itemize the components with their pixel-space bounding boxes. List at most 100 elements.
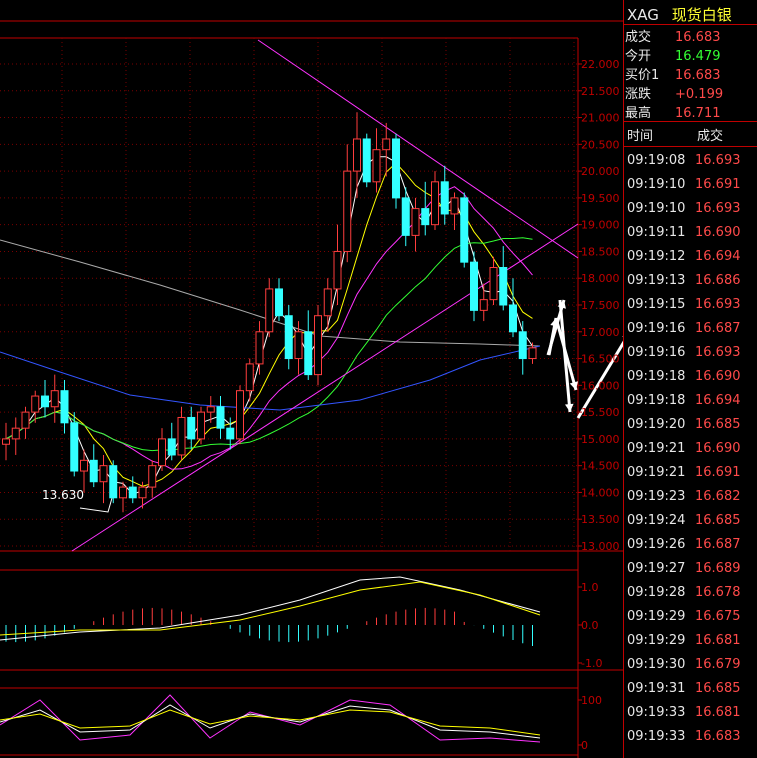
tick-time: 09:19:21 bbox=[627, 441, 686, 456]
candle-body bbox=[265, 288, 274, 333]
tick-time: 09:19:33 bbox=[627, 729, 686, 744]
price-tick-label: 17.000 bbox=[581, 326, 620, 339]
tick-row: 09:19:10 16.691 bbox=[627, 177, 741, 192]
quote-value: 16.711 bbox=[675, 106, 721, 121]
quote-label: 买价1 bbox=[625, 68, 660, 83]
candle-body bbox=[21, 411, 30, 429]
candle-body bbox=[421, 208, 430, 226]
candle-body bbox=[158, 438, 166, 467]
tick-price: 16.691 bbox=[695, 465, 741, 480]
kline-chart[interactable]: 22.000 21.500 21.000 20.500 20.000 19.500 19.0… bbox=[0, 0, 623, 758]
candle-body bbox=[460, 197, 469, 263]
tick-time: 09:19:11 bbox=[627, 225, 686, 240]
candle-body bbox=[197, 411, 205, 440]
candle-body bbox=[489, 267, 498, 301]
tick-time: 09:19:20 bbox=[627, 417, 686, 432]
candle-body bbox=[499, 267, 508, 306]
tick-price: 16.686 bbox=[695, 273, 741, 288]
tick-row: 09:19:29 16.675 bbox=[627, 609, 741, 624]
candle-body bbox=[31, 395, 40, 413]
tick-price: 16.689 bbox=[695, 561, 741, 576]
candle-body bbox=[284, 315, 293, 360]
price-tick-label: 14.500 bbox=[581, 460, 620, 473]
kdj-tick-label: 100 bbox=[581, 694, 602, 707]
tick-row: 09:19:21 16.691 bbox=[627, 465, 741, 480]
tick-time: 09:19:27 bbox=[627, 561, 686, 576]
quote-value: 16.479 bbox=[675, 49, 721, 64]
tick-price: 16.681 bbox=[695, 633, 741, 648]
tick-price: 16.687 bbox=[695, 321, 741, 336]
tick-row: 09:19:28 16.678 bbox=[627, 585, 741, 600]
tick-time: 09:19:16 bbox=[627, 345, 686, 360]
candle-body bbox=[382, 138, 391, 151]
quote-label: 今开 bbox=[625, 49, 652, 64]
tick-time: 09:19:24 bbox=[627, 513, 686, 528]
tick-price: 16.685 bbox=[695, 681, 741, 696]
candle-body bbox=[323, 288, 332, 317]
tick-row: 09:19:23 16.682 bbox=[627, 489, 741, 504]
ticks-header-time: 时间 bbox=[627, 129, 654, 144]
macd-dea-line bbox=[0, 581, 541, 636]
candle-body bbox=[177, 416, 186, 456]
low-marker bbox=[79, 497, 113, 513]
tick-time: 09:19:16 bbox=[627, 321, 686, 336]
price-tick-label: 17.500 bbox=[581, 299, 620, 312]
candle-body bbox=[99, 465, 108, 483]
candle-body bbox=[60, 390, 69, 424]
candle-body bbox=[119, 486, 127, 499]
tick-row: 09:19:27 16.689 bbox=[627, 561, 741, 576]
candle-body bbox=[470, 261, 478, 311]
tick-price: 16.690 bbox=[695, 225, 741, 240]
price-tick-label: 15.000 bbox=[581, 433, 620, 446]
price-tick-label: 13.500 bbox=[581, 513, 620, 526]
tick-time: 09:19:33 bbox=[627, 705, 686, 720]
macd-tick-label: -1.0 bbox=[581, 657, 602, 670]
tick-price: 16.681 bbox=[695, 705, 741, 720]
candle-body bbox=[167, 438, 176, 456]
candle-body bbox=[528, 347, 537, 360]
tick-row: 09:19:30 16.679 bbox=[627, 657, 741, 672]
candle-body bbox=[148, 465, 157, 488]
price-tick-label: 18.000 bbox=[581, 272, 620, 285]
candle-body bbox=[401, 197, 410, 236]
tick-price: 16.693 bbox=[695, 297, 741, 312]
tick-time: 09:19:29 bbox=[627, 633, 686, 648]
candle-body bbox=[372, 149, 381, 183]
tick-time: 09:19:10 bbox=[627, 177, 686, 192]
price-axis: 22.000 21.500 21.000 20.500 20.000 19.500 19.0… bbox=[578, 58, 620, 553]
tick-price: 16.694 bbox=[695, 393, 741, 408]
candle-body bbox=[440, 181, 449, 215]
candle-body bbox=[343, 170, 352, 252]
tick-time: 09:19:18 bbox=[627, 393, 686, 408]
candle-body bbox=[304, 331, 313, 376]
tick-row: 09:19:24 16.685 bbox=[627, 513, 741, 528]
tick-row: 09:19:20 16.685 bbox=[627, 417, 741, 432]
candle-body bbox=[50, 390, 59, 408]
candle-body bbox=[245, 363, 254, 392]
candle-body bbox=[89, 459, 98, 483]
candle-body bbox=[411, 208, 420, 236]
candle-body bbox=[216, 406, 225, 429]
candle-body bbox=[509, 304, 517, 333]
candle-body bbox=[206, 406, 215, 413]
candle-body bbox=[450, 197, 459, 215]
candle-body bbox=[362, 138, 371, 183]
arrow-down-2 bbox=[558, 299, 572, 413]
price-tick-label: 18.500 bbox=[581, 245, 620, 258]
candle-body bbox=[138, 486, 147, 499]
tick-time: 09:19:30 bbox=[627, 657, 686, 672]
tick-price: 16.694 bbox=[695, 249, 741, 264]
symbol-header: XAG 现货白银 bbox=[627, 4, 732, 25]
quote-row: 买价1 16.683 bbox=[625, 64, 721, 83]
tick-row: 09:19:29 16.681 bbox=[627, 633, 741, 648]
tick-price: 16.691 bbox=[695, 177, 741, 192]
candle-body bbox=[70, 422, 79, 472]
ticks-header-price: 成交 bbox=[697, 129, 724, 144]
tick-price: 16.683 bbox=[695, 729, 741, 744]
quote-value: 16.683 bbox=[675, 30, 721, 45]
price-tick-label: 22.000 bbox=[581, 58, 620, 71]
candle-body bbox=[128, 486, 137, 499]
candle-body bbox=[226, 427, 235, 440]
symbol-name: 现货白银 bbox=[671, 6, 732, 24]
arrow-down-2-head bbox=[564, 403, 574, 412]
